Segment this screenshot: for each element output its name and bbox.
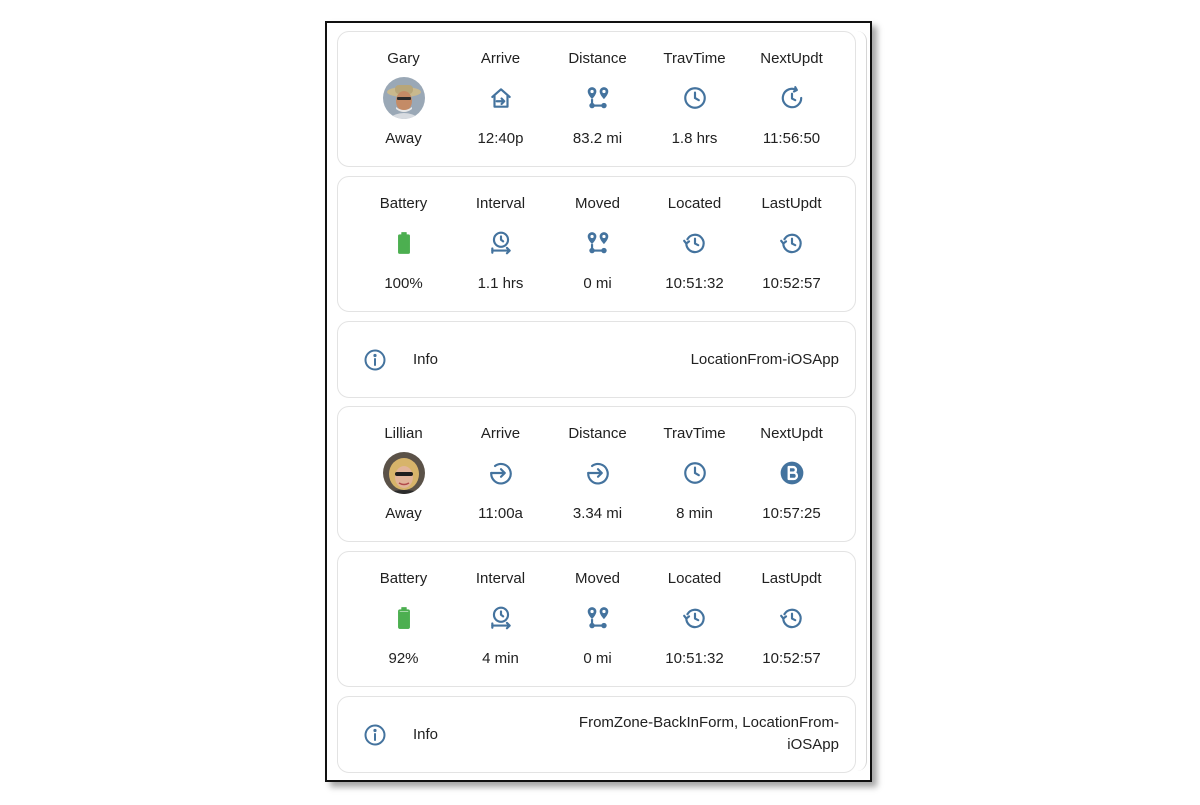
stat-label: Located — [667, 195, 722, 212]
stat-value: 1.1 hrs — [477, 275, 524, 292]
stat-battery: Battery 92% — [355, 552, 452, 686]
map-marker-distance-icon — [577, 222, 619, 264]
stat-value: 83.2 mi — [572, 130, 623, 147]
info-value: LocationFrom-iOSApp — [690, 351, 839, 368]
stat-label: Interval — [475, 195, 526, 212]
person-info-card-gary: Info LocationFrom-iOSApp — [337, 321, 856, 398]
person-info-card-lillian: Info FromZone-BackInForm, LocationFrom-i… — [337, 696, 856, 773]
avatar-lillian[interactable] — [382, 452, 425, 494]
home-arrow-icon — [480, 77, 522, 119]
person-device-card-gary: Battery 100% Interval 1.1 hrs Moved 0 mi… — [337, 176, 856, 312]
battery-high-icon — [383, 597, 425, 639]
battery-full-icon — [383, 222, 425, 264]
info-value: FromZone-BackInForm, LocationFrom-iOSApp — [578, 714, 839, 753]
stat-label: TravTime — [663, 50, 726, 67]
stat-battery: Battery 100% — [355, 177, 452, 311]
stat-value: 10:52:57 — [762, 650, 821, 667]
timer-interval-icon — [480, 222, 522, 264]
stat-nextupdt: NextUpdt 11:56:50 — [743, 32, 840, 166]
stat-value: 10:51:32 — [665, 650, 724, 667]
clock-outline-icon — [674, 452, 716, 494]
history-icon — [771, 222, 813, 264]
adjacent-column-edge — [857, 31, 867, 771]
stat-distance: Distance 3.34 mi — [549, 407, 646, 541]
stat-label: NextUpdt — [760, 50, 823, 67]
stat-label: Battery — [379, 195, 428, 212]
stat-label: Distance — [568, 50, 627, 67]
stat-value: 12:40p — [477, 130, 524, 147]
stat-value: 92% — [388, 650, 419, 667]
stat-label: Interval — [475, 570, 526, 587]
stat-value: 3.34 mi — [572, 505, 623, 522]
stat-name: Gary Away — [355, 32, 452, 166]
stat-value: 10:52:57 — [762, 275, 821, 292]
stat-value: 11:56:50 — [762, 130, 821, 147]
clock-outline-icon — [674, 77, 716, 119]
stat-label: Arrive — [480, 425, 521, 442]
stat-name: Lillian Away — [355, 407, 452, 541]
info-circle-icon[interactable] — [363, 723, 387, 747]
stat-interval: Interval 1.1 hrs — [452, 177, 549, 311]
history-icon — [771, 597, 813, 639]
stat-arrive: Arrive 11:00a — [452, 407, 549, 541]
person-stats-card-lillian: Lillian Away Arrive 11:00a Distance 3.34… — [337, 406, 856, 542]
info-label: Info — [413, 351, 439, 368]
stat-nextupdt: NextUpdt 10:57:25 — [743, 407, 840, 541]
stat-value: 100% — [384, 275, 423, 292]
stat-label: Distance — [568, 425, 627, 442]
history-icon — [674, 222, 716, 264]
map-marker-distance-icon — [577, 597, 619, 639]
clock-refresh-icon — [771, 77, 813, 119]
stat-label: NextUpdt — [760, 425, 823, 442]
stat-value: 10:51:32 — [665, 275, 724, 292]
dashboard-frame: Gary Away Arrive 12:40p Distance 83.2 mi… — [325, 21, 872, 782]
stat-distance: Distance 83.2 mi — [549, 32, 646, 166]
stat-located: Located 10:51:32 — [646, 552, 743, 686]
stat-moved: Moved 0 mi — [549, 177, 646, 311]
stat-label: Moved — [574, 570, 621, 587]
stat-label: Battery — [379, 570, 428, 587]
stat-located: Located 10:51:32 — [646, 177, 743, 311]
stat-lastupdt: LastUpdt 10:52:57 — [743, 177, 840, 311]
person-status: Away — [385, 505, 422, 522]
person-name: Gary — [387, 50, 420, 67]
stat-label: LastUpdt — [761, 570, 822, 587]
stat-value: 8 min — [676, 505, 713, 522]
stat-label: TravTime — [663, 425, 726, 442]
stat-value: 11:00a — [478, 505, 523, 522]
stat-moved: Moved 0 mi — [549, 552, 646, 686]
person-stats-card-gary: Gary Away Arrive 12:40p Distance 83.2 mi… — [337, 31, 856, 167]
stat-value: 0 mi — [583, 275, 612, 292]
stat-arrive: Arrive 12:40p — [452, 32, 549, 166]
person-name: Lillian — [384, 425, 423, 442]
info-circle-icon[interactable] — [363, 348, 387, 372]
stat-label: Moved — [574, 195, 621, 212]
stat-value: 10:57:25 — [762, 505, 821, 522]
stat-lastupdt: LastUpdt 10:52:57 — [743, 552, 840, 686]
person-device-card-lillian: Battery 92% Interval 4 min Moved 0 mi Lo… — [337, 551, 856, 687]
stat-label: Arrive — [480, 50, 521, 67]
timer-interval-icon — [480, 597, 522, 639]
history-icon — [674, 597, 716, 639]
map-marker-distance-icon — [577, 77, 619, 119]
info-label: Info — [413, 726, 439, 743]
person-status: Away — [385, 130, 422, 147]
avatar-gary[interactable] — [382, 77, 425, 119]
arrow-right-circle-icon — [577, 452, 619, 494]
stat-value: 1.8 hrs — [671, 130, 718, 147]
stat-travtime: TravTime 1.8 hrs — [646, 32, 743, 166]
stat-value: 0 mi — [583, 650, 612, 667]
stat-value: 4 min — [482, 650, 519, 667]
letter-b-circle-icon — [771, 452, 813, 494]
stat-travtime: TravTime 8 min — [646, 407, 743, 541]
stat-interval: Interval 4 min — [452, 552, 549, 686]
stat-label: Located — [667, 570, 722, 587]
arrow-right-circle-icon — [480, 452, 522, 494]
stat-label: LastUpdt — [761, 195, 822, 212]
